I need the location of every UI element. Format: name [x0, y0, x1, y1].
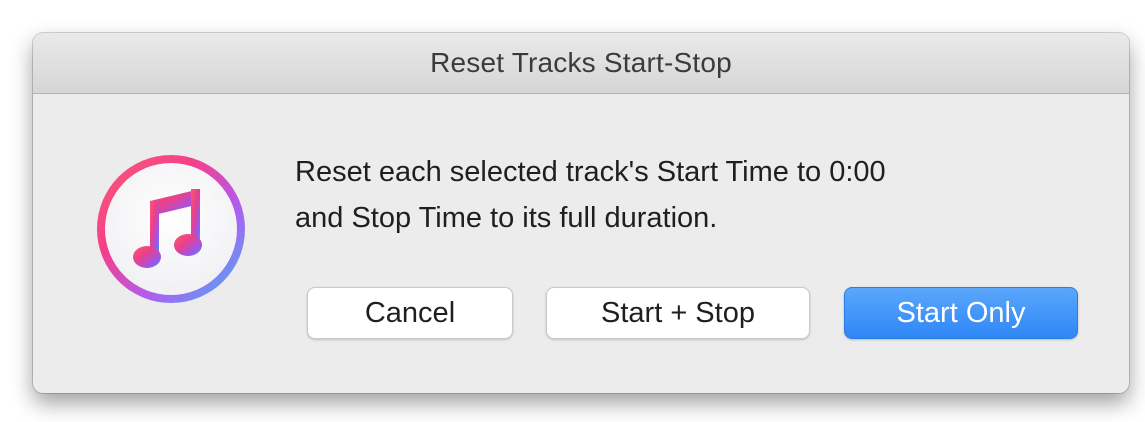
start-stop-button[interactable]: Start + Stop — [546, 287, 810, 339]
message-line-1: Reset each selected track's Start Time t… — [295, 156, 886, 188]
start-only-button[interactable]: Start Only — [844, 287, 1078, 339]
dialog-message: Reset each selected track's Start Time t… — [295, 149, 1095, 241]
cancel-button[interactable]: Cancel — [307, 287, 513, 339]
message-line-2: and Stop Time to its full duration. — [295, 202, 718, 234]
dialog-body: Reset each selected track's Start Time t… — [33, 94, 1129, 393]
reset-tracks-dialog: Reset Tracks Start-Stop Reset each selec… — [33, 33, 1129, 393]
dialog-titlebar[interactable]: Reset Tracks Start-Stop — [33, 33, 1129, 94]
itunes-icon — [97, 155, 245, 303]
screen: Reset Tracks Start-Stop Reset each selec… — [0, 0, 1145, 422]
dialog-title: Reset Tracks Start-Stop — [430, 47, 732, 78]
